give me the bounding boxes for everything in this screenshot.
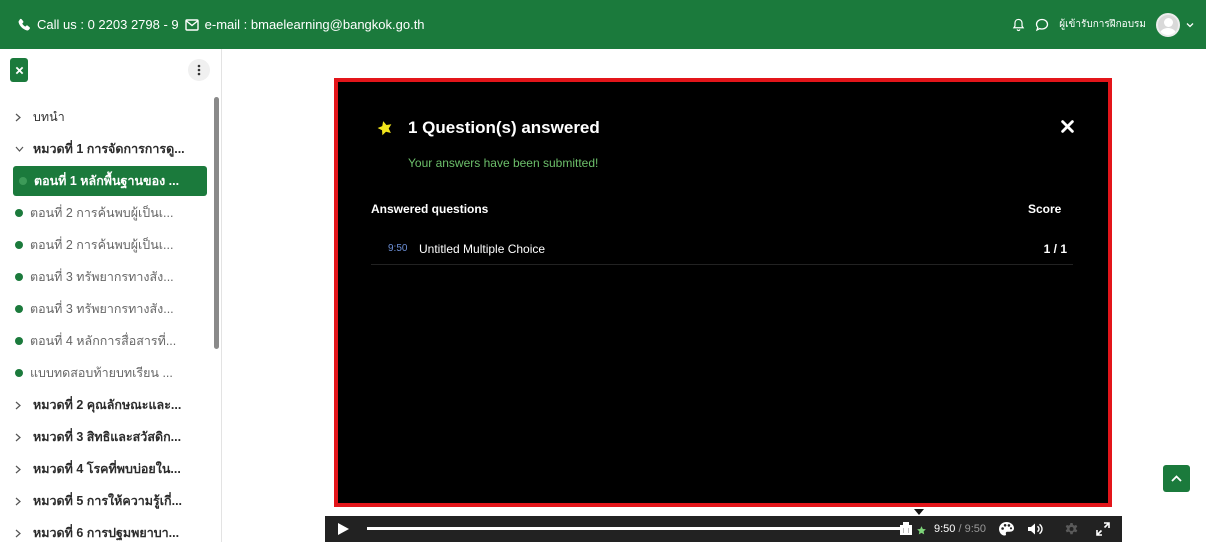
sidebar-item-label: ตอนที่ 3 ทรัพยากรทางสัง... (30, 270, 174, 284)
current-time: 9:50 (934, 523, 956, 535)
sidebar-item-label: หมวดที่ 3 สิทธิและสวัสดิก... (33, 430, 182, 444)
time-display: 9:50 / 9:50 (934, 523, 986, 535)
sidebar-lesson[interactable]: ตอนที่ 2 การค้นพบผู้เป็นเ... (0, 229, 213, 261)
bell-icon[interactable] (1012, 18, 1025, 32)
volume-icon (1028, 523, 1043, 535)
avatar[interactable] (1156, 12, 1180, 37)
sidebar-scrollbar[interactable] (214, 97, 219, 349)
sidebar-item-label: ตอนที่ 2 การค้นพบผู้เป็นเ... (30, 206, 174, 220)
sidebar-menu-button[interactable] (188, 59, 210, 81)
sidebar-section-1[interactable]: หมวดที่ 1 การจัดการการดู... (0, 133, 213, 165)
chat-icon[interactable] (1035, 18, 1049, 32)
sidebar-item-label: ตอนที่ 4 หลักการสื่อสารที่... (30, 334, 177, 348)
phone-icon (17, 18, 31, 32)
completion-dot-icon (15, 273, 23, 281)
kebab-icon (197, 64, 201, 76)
score-header: Score (1028, 202, 1062, 216)
sidebar-item-label: ตอนที่ 2 การค้นพบผู้เป็นเ... (30, 238, 174, 252)
play-icon (338, 523, 349, 535)
volume-button[interactable] (1027, 522, 1044, 541)
play-button[interactable] (337, 522, 350, 541)
chevron-right-icon (15, 113, 27, 122)
close-icon (1061, 120, 1074, 133)
mail-icon (184, 18, 199, 31)
star-icon (916, 523, 927, 541)
summary-title: 1 Question(s) answered (408, 118, 600, 137)
completion-dot-icon (15, 241, 23, 249)
chevron-right-icon (15, 433, 27, 442)
star-icon (376, 119, 394, 142)
question-score: 1 / 1 (1043, 242, 1067, 256)
sidebar-item-label: หมวดที่ 5 การให้ความรู้เกี่... (33, 494, 183, 508)
video-player: 1 Question(s) answered Your answers have… (334, 78, 1112, 507)
sidebar-item-label: หมวดที่ 2 คุณลักษณะและ... (33, 398, 182, 412)
answered-questions-header: Answered questions (371, 202, 489, 216)
interaction-marker-icon (914, 509, 924, 515)
sidebar-section-intro[interactable]: บทนำ (0, 101, 213, 133)
completion-dot-icon (15, 305, 23, 313)
chevron-down-icon[interactable] (1186, 22, 1194, 28)
sidebar-item-label: บทนำ (33, 110, 65, 124)
fullscreen-button[interactable] (1096, 522, 1110, 541)
course-index-list: บทนำ หมวดที่ 1 การจัดการการดู... ตอนที่ … (0, 101, 213, 542)
user-area: ผู้เข้ารับการฝึกอบรม (1012, 0, 1206, 49)
sidebar-item-label: หมวดที่ 6 การปฐมพยาบา... (33, 526, 180, 540)
seek-bar[interactable] (367, 527, 912, 530)
sidebar-section-2[interactable]: หมวดที่ 2 คุณลักษณะและ... (0, 389, 213, 421)
sidebar-item-label: หมวดที่ 4 โรคที่พบบ่อยใน... (33, 462, 181, 476)
sidebar-lesson[interactable]: แบบทดสอบท้ายบทเรียน ... (0, 357, 213, 389)
close-sidebar-button[interactable] (10, 58, 28, 82)
question-time[interactable]: 9:50 (388, 243, 407, 254)
close-icon (15, 66, 23, 74)
completion-dot-icon (19, 177, 27, 185)
seek-progress (367, 527, 912, 530)
palette-button[interactable] (998, 521, 1015, 542)
sidebar-section-6[interactable]: หมวดที่ 6 การปฐมพยาบา... (0, 517, 213, 542)
gear-icon (1065, 522, 1078, 535)
sidebar-lesson[interactable]: ตอนที่ 4 หลักการสื่อสารที่... (0, 325, 213, 357)
sidebar-item-label: แบบทดสอบท้ายบทเรียน ... (30, 366, 173, 380)
sidebar-lesson[interactable]: ตอนที่ 3 ทรัพยากรทางสัง... (0, 293, 213, 325)
submitted-message: Your answers have been submitted! (408, 156, 599, 170)
fullscreen-icon (1096, 522, 1110, 536)
chevron-right-icon (15, 401, 27, 410)
email-text[interactable]: e-mail : bmaelearning@bangkok.go.th (205, 17, 425, 32)
contact-info: Call us : 0 2203 2798 - 9 e-mail : bmael… (17, 17, 425, 32)
sidebar-item-label: หมวดที่ 1 การจัดการการดู... (33, 142, 185, 156)
user-role[interactable]: ผู้เข้ารับการฝึกอบรม (1059, 17, 1146, 32)
chevron-down-icon (15, 146, 27, 152)
sidebar-section-4[interactable]: หมวดที่ 4 โรคที่พบบ่อยใน... (0, 453, 213, 485)
chevron-right-icon (15, 497, 27, 506)
sidebar-lesson[interactable]: ตอนที่ 3 ทรัพยากรทางสัง... (0, 261, 213, 293)
completion-dot-icon (15, 369, 23, 377)
back-to-top-button[interactable] (1163, 465, 1190, 492)
sidebar-item-label: ตอนที่ 3 ทรัพยากรทางสัง... (30, 302, 174, 316)
palette-icon (999, 522, 1014, 536)
seek-handle-icon[interactable] (899, 521, 913, 541)
sidebar-item-label: ตอนที่ 1 หลักพื้นฐานของ ... (34, 174, 180, 188)
settings-button[interactable] (1064, 522, 1079, 542)
completion-dot-icon (15, 337, 23, 345)
close-summary-button[interactable] (1061, 120, 1074, 138)
question-name[interactable]: Untitled Multiple Choice (419, 242, 545, 256)
sidebar-lesson[interactable]: ตอนที่ 2 การค้นพบผู้เป็นเ... (0, 197, 213, 229)
duration: / 9:50 (955, 523, 986, 535)
phone-text: Call us : 0 2203 2798 - 9 (37, 17, 179, 32)
player-controls: 9:50 / 9:50 (325, 516, 1122, 542)
chevron-up-icon (1171, 475, 1182, 482)
sidebar-lesson-active[interactable]: ตอนที่ 1 หลักพื้นฐานของ ... (13, 166, 207, 196)
course-index-sidebar: บทนำ หมวดที่ 1 การจัดการการดู... ตอนที่ … (0, 49, 222, 542)
chevron-right-icon (15, 465, 27, 474)
completion-dot-icon (15, 209, 23, 217)
answered-question-row[interactable]: 9:50 Untitled Multiple Choice 1 / 1 (371, 234, 1073, 265)
chevron-right-icon (15, 529, 27, 538)
sidebar-section-3[interactable]: หมวดที่ 3 สิทธิและสวัสดิก... (0, 421, 213, 453)
sidebar-section-5[interactable]: หมวดที่ 5 การให้ความรู้เกี่... (0, 485, 213, 517)
top-bar: Call us : 0 2203 2798 - 9 e-mail : bmael… (0, 0, 1206, 49)
